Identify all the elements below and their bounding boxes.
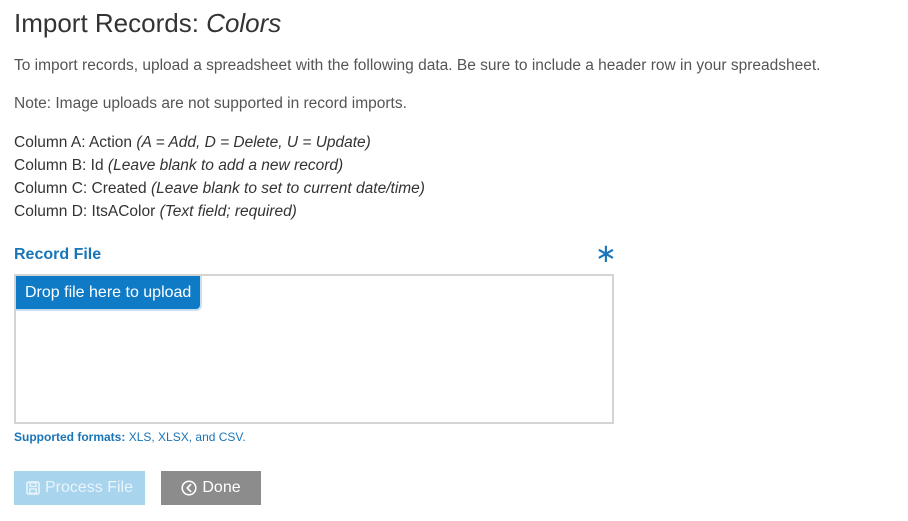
note-text: Note: Image uploads are not supported in… (14, 95, 407, 112)
supported-formats: Supported formats: XLS, XLSX, and CSV. (14, 429, 246, 445)
column-label: Column D: ItsAColor (14, 203, 156, 220)
page-title: Import Records: Colors (14, 6, 281, 40)
column-hint: (Text field; required) (159, 203, 297, 220)
import-records-page: Import Records: Colors To import records… (0, 0, 908, 521)
column-label: Column C: Created (14, 180, 147, 197)
required-asterisk-icon: ∗ (595, 238, 617, 268)
page-title-prefix: Import Records: (14, 8, 207, 38)
column-row-d: Column D: ItsAColor (Text field; require… (14, 200, 425, 223)
supported-formats-value: XLS, XLSX, and CSV. (128, 430, 246, 444)
column-row-a: Column A: Action (A = Add, D = Delete, U… (14, 131, 425, 154)
file-dropzone[interactable]: Drop file here to upload (14, 274, 614, 424)
save-disk-icon (26, 481, 40, 495)
column-label: Column A: Action (14, 134, 133, 151)
column-label: Column B: Id (14, 157, 104, 174)
circle-chevron-left-icon (181, 480, 197, 496)
column-list: Column A: Action (A = Add, D = Delete, U… (14, 131, 425, 223)
column-hint: (Leave blank to set to current date/time… (150, 180, 425, 197)
supported-formats-label: Supported formats: (14, 430, 126, 444)
column-hint: (Leave blank to add a new record) (107, 157, 344, 174)
page-title-entity: Colors (206, 8, 282, 38)
process-file-button[interactable]: Process File (14, 471, 145, 505)
column-row-b: Column B: Id (Leave blank to add a new r… (14, 154, 425, 177)
column-hint: (A = Add, D = Delete, U = Update) (136, 134, 371, 151)
done-button[interactable]: Done (161, 471, 261, 505)
column-row-c: Column C: Created (Leave blank to set to… (14, 177, 425, 200)
drop-file-upload-button[interactable]: Drop file here to upload (16, 276, 203, 311)
intro-text: To import records, upload a spreadsheet … (14, 57, 821, 74)
done-label: Done (202, 479, 241, 496)
record-file-label: Record File (14, 246, 102, 263)
process-file-label: Process File (44, 479, 134, 496)
